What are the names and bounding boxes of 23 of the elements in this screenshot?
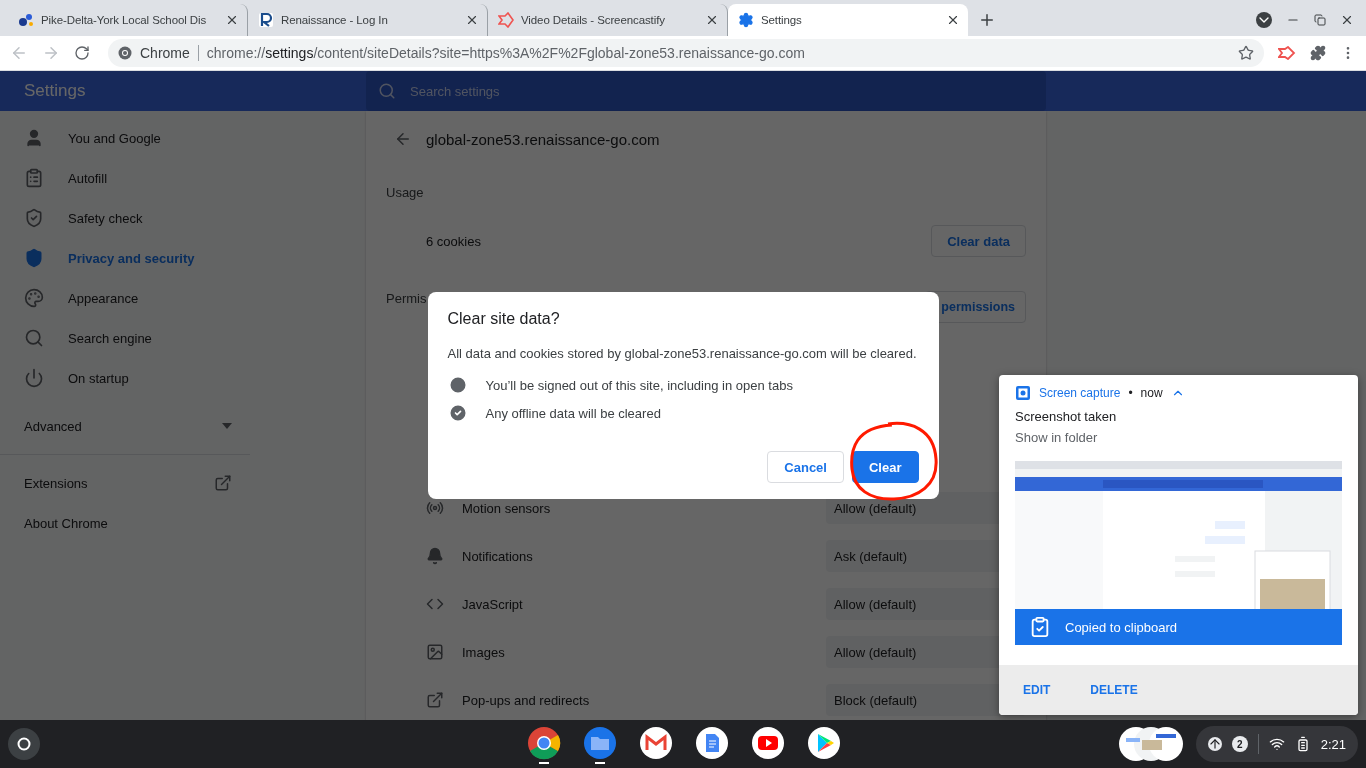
permission-label: JavaScript xyxy=(462,596,524,612)
dialog-title: Clear site data? xyxy=(447,310,561,328)
clock-time: 2:21 xyxy=(1320,736,1346,752)
section-heading: Usage xyxy=(386,184,424,200)
permission-label: Notifications xyxy=(462,548,534,564)
dialog-item-text: You’ll be signed out of this site, including in open tabs xyxy=(485,377,793,393)
dialog-item-text: Any offline data will be cleared xyxy=(485,405,661,421)
count-badge: 2 xyxy=(1231,736,1248,752)
app-name: Screen capture xyxy=(1039,386,1121,400)
banner-text: Copied to clipboard xyxy=(1065,619,1178,635)
page-title: Settings xyxy=(23,81,87,101)
security-chip: Chrome xyxy=(140,45,199,61)
url-text: chrome://settings/content/siteDetails?site=https%3A%2F%2Fglobal-zone53.renaissance-go.com xyxy=(206,45,806,61)
section-heading: Permis xyxy=(386,291,427,306)
permission-label: Motion sensors xyxy=(462,500,552,516)
usage-text: 6 cookies xyxy=(426,233,481,249)
dialog-text: All data and cookies stored by global-zone53.renaissance-go.com will be cleared. xyxy=(447,346,918,361)
timestamp: now xyxy=(1140,386,1163,400)
permission-label: Pop-ups and redirects xyxy=(462,692,591,708)
site-title: global-zone53.renaissance-go.com xyxy=(426,130,660,148)
permission-label: Images xyxy=(462,644,506,660)
separator-dot: • xyxy=(1128,386,1133,400)
notification-title: Screenshot taken xyxy=(1014,408,1118,424)
